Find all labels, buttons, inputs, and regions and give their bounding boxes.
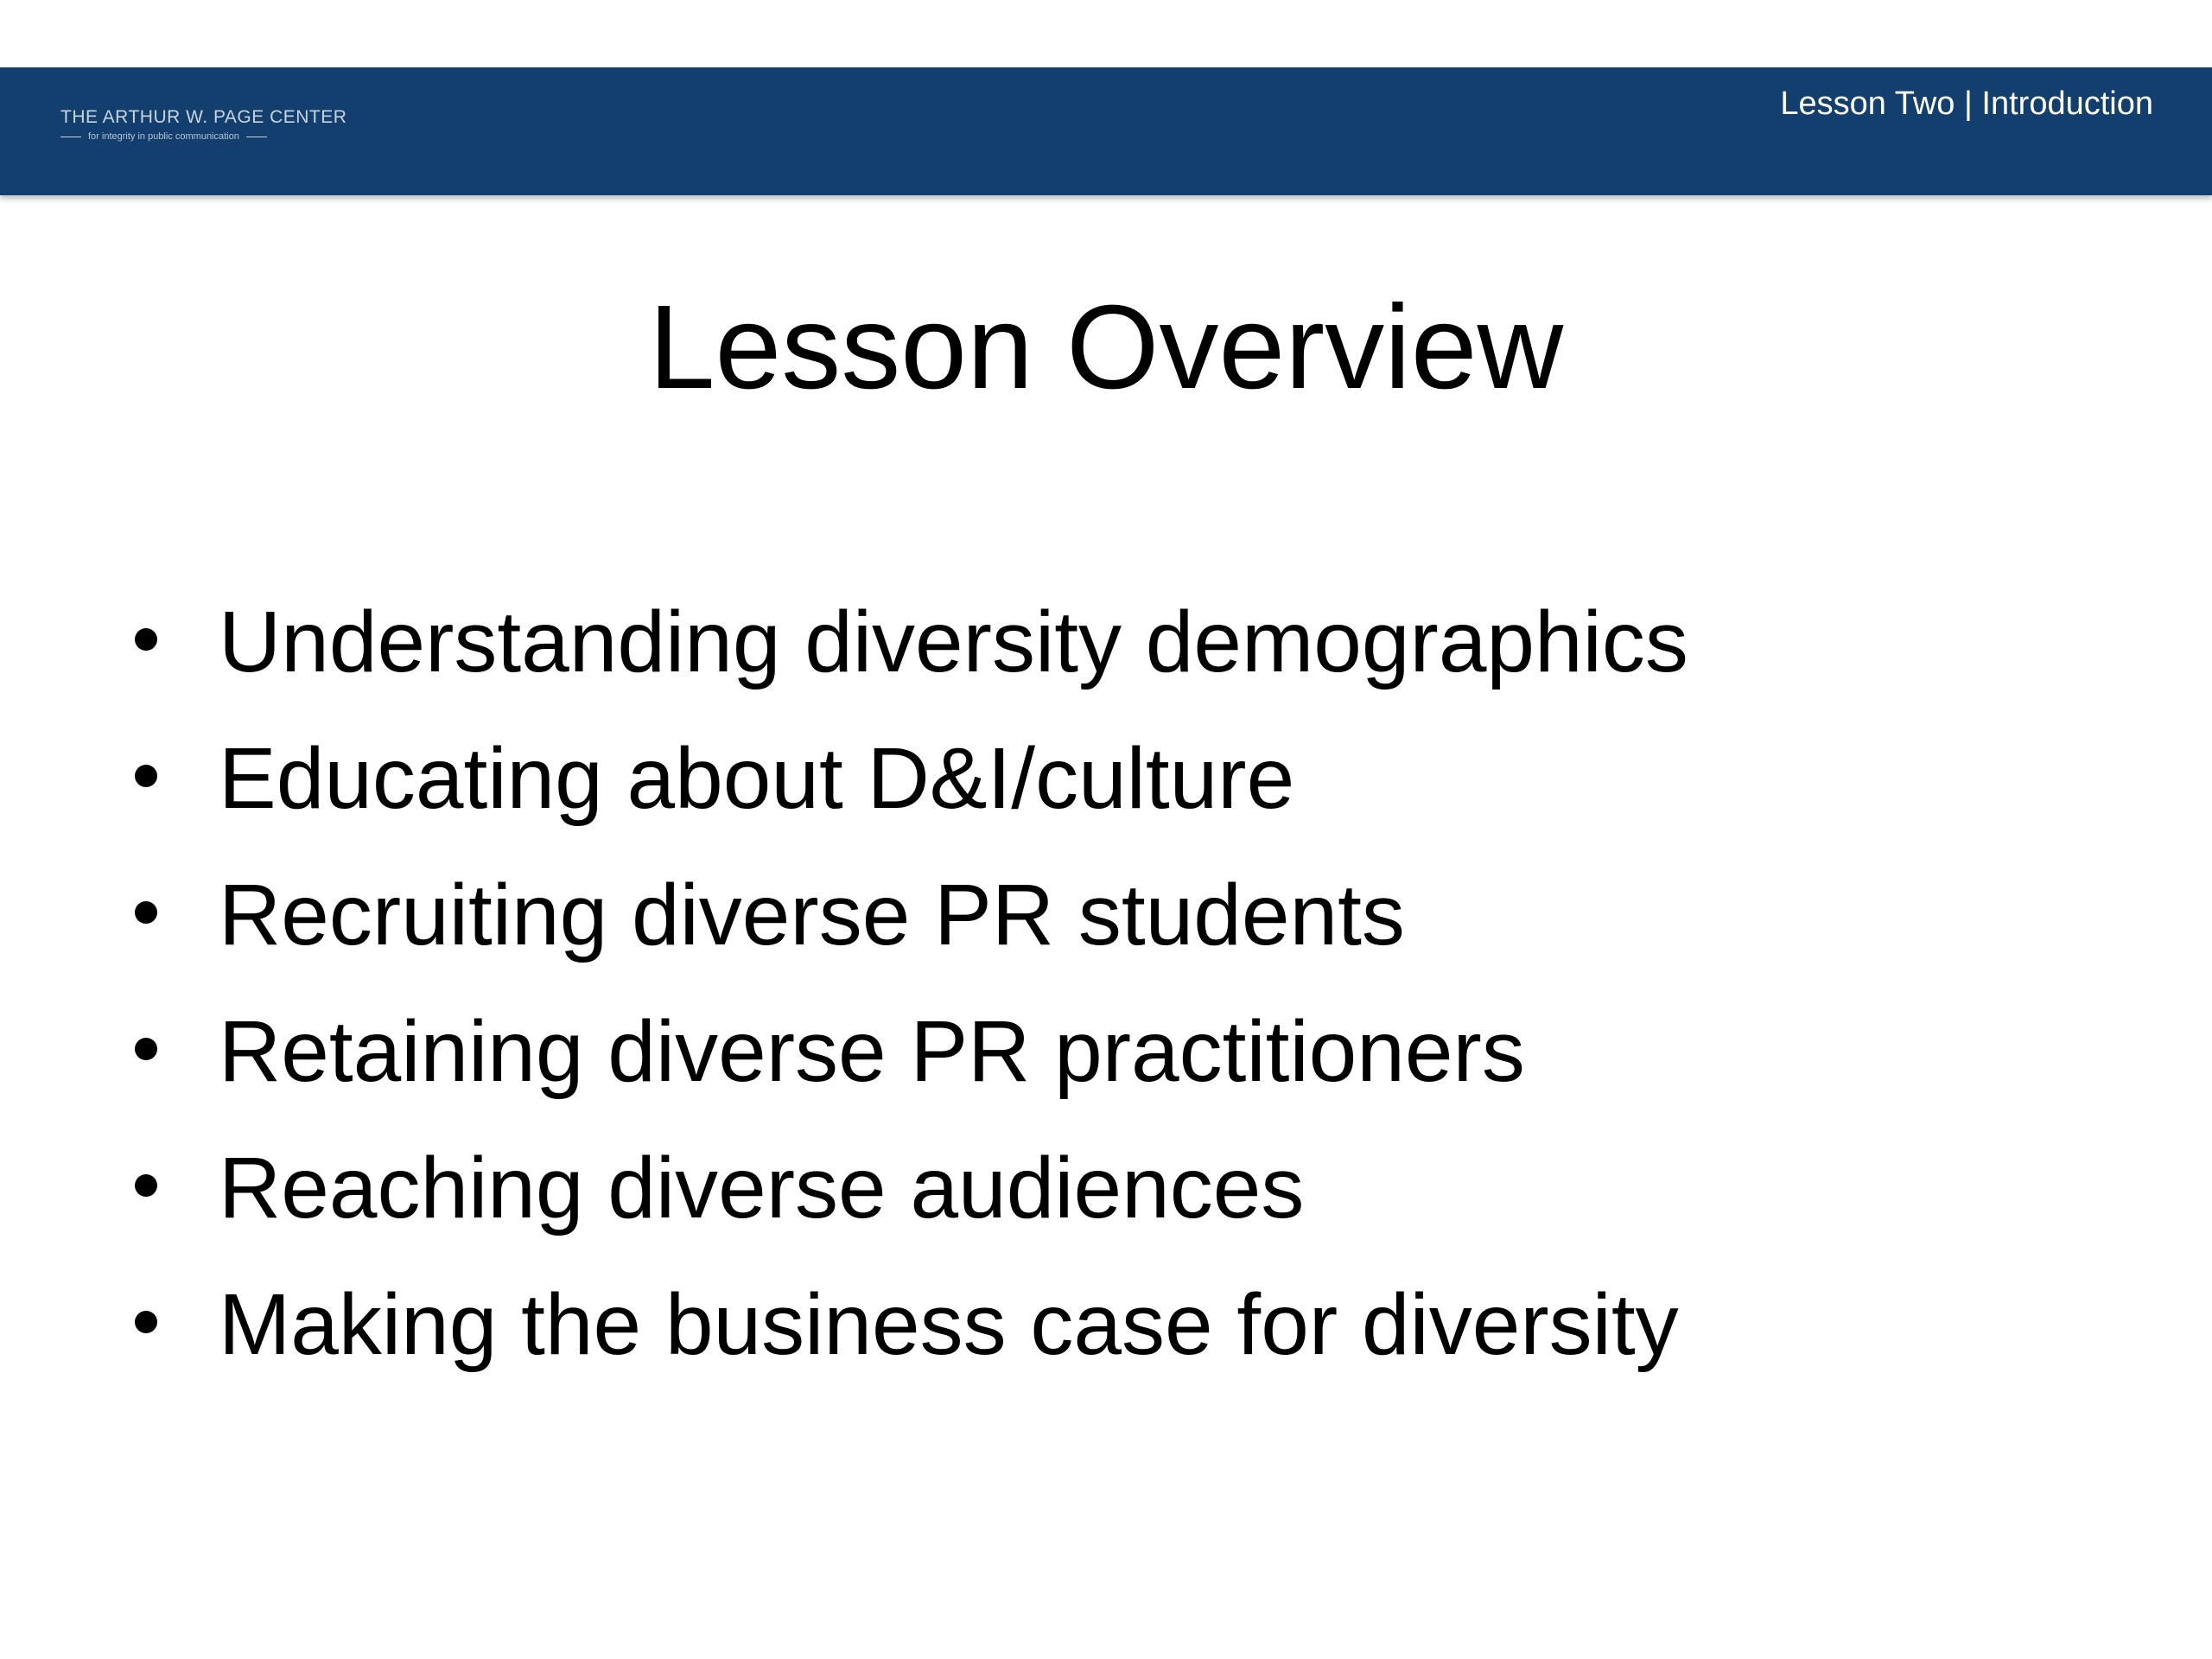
bullet-text: Reaching diverse audiences [219,1140,1305,1236]
logo-tagline-row: for integrity in public communication [60,131,328,142]
logo-tagline: for integrity in public communication [88,131,239,142]
bullet-text: Understanding diversity demographics [219,594,1688,690]
slide: THE ARTHUR W. PAGE CENTER for integrity … [0,0,2212,1659]
bullet-text: Recruiting diverse PR students [219,867,1405,963]
logo-name: THE ARTHUR W. PAGE CENTER [60,107,347,127]
bullet-item: Retaining diverse PR practitioners [130,991,1688,1128]
bullet-dot-icon [135,628,157,651]
header-banner: THE ARTHUR W. PAGE CENTER for integrity … [0,67,2212,195]
bullet-dot-icon [135,1311,157,1333]
bullet-item: Recruiting diverse PR students [130,855,1688,991]
bullet-dot-icon [135,765,157,787]
bullet-text: Educating about D&I/culture [219,730,1295,827]
bullet-dot-icon [135,1038,157,1060]
bullet-dot-icon [135,1174,157,1197]
bullet-list: Understanding diversity demographics Edu… [130,582,1688,1401]
bullet-item: Educating about D&I/culture [130,718,1688,855]
bullet-text: Retaining diverse PR practitioners [219,1003,1525,1100]
lesson-section-label: Lesson Two | Introduction [1780,86,2153,122]
bullet-text: Making the business case for diversity [219,1276,1679,1373]
page-center-logo: THE ARTHUR W. PAGE CENTER for integrity … [60,107,347,142]
bullet-item: Reaching diverse audiences [130,1128,1688,1264]
bullet-dot-icon [135,901,157,924]
slide-title: Lesson Overview [648,281,1564,414]
bullet-item: Making the business case for diversity [130,1264,1688,1401]
bullet-item: Understanding diversity demographics [130,582,1688,718]
